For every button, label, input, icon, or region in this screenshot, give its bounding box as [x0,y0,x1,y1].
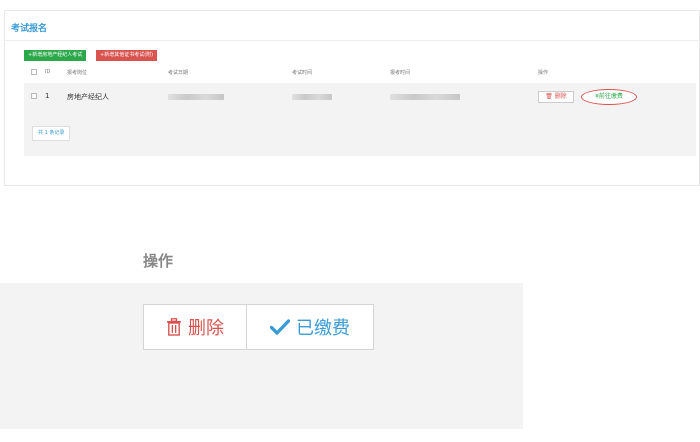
trash-icon: 🗑 [545,93,553,100]
redacted-register-time [390,94,460,100]
header-exam-date: 考试日期 [168,70,189,76]
panel-header: 考试报名 [5,11,699,41]
trash-icon [167,318,181,336]
redacted-exam-date [168,94,224,100]
row-checkbox[interactable] [31,93,37,99]
pay-button[interactable]: ¥前往缴费 [581,89,637,105]
add-estate-exam-button[interactable]: +新增房地产经纪人考试 [24,50,87,61]
panel-title: 考试报名 [11,24,48,34]
header-id: ID [45,69,51,75]
header-register-time: 报考时间 [390,70,411,76]
add-other-exam-button[interactable]: +新增其他证书考试(附) [96,50,158,61]
zoom-paid-label: 已缴费 [296,318,350,339]
record-count: 共 1 条记录 [32,126,71,141]
row-position: 房地产经纪人 [67,93,109,101]
check-icon [270,319,290,335]
header-actions: 操作 [538,70,549,76]
delete-button[interactable]: 🗑 删除 [538,91,574,103]
header-exam-time: 考试时间 [292,70,313,76]
zoom-delete-button[interactable]: 删除 [143,304,247,350]
header-position: 报考岗位 [67,70,88,76]
pay-label: 前往缴费 [598,93,623,100]
page: 考试报名 +新增房地产经纪人考试 +新增其他证书考试(附) ID 报考岗位 考试… [0,0,700,442]
redacted-exam-time [292,94,332,100]
row-id: 1 [45,92,50,100]
zoom-actions-header: 操作 [143,252,174,270]
zoom-delete-label: 删除 [188,318,224,339]
delete-label: 删除 [554,93,567,100]
zoom-paid-button[interactable]: 已缴费 [246,304,374,350]
select-all-checkbox[interactable] [31,69,37,75]
